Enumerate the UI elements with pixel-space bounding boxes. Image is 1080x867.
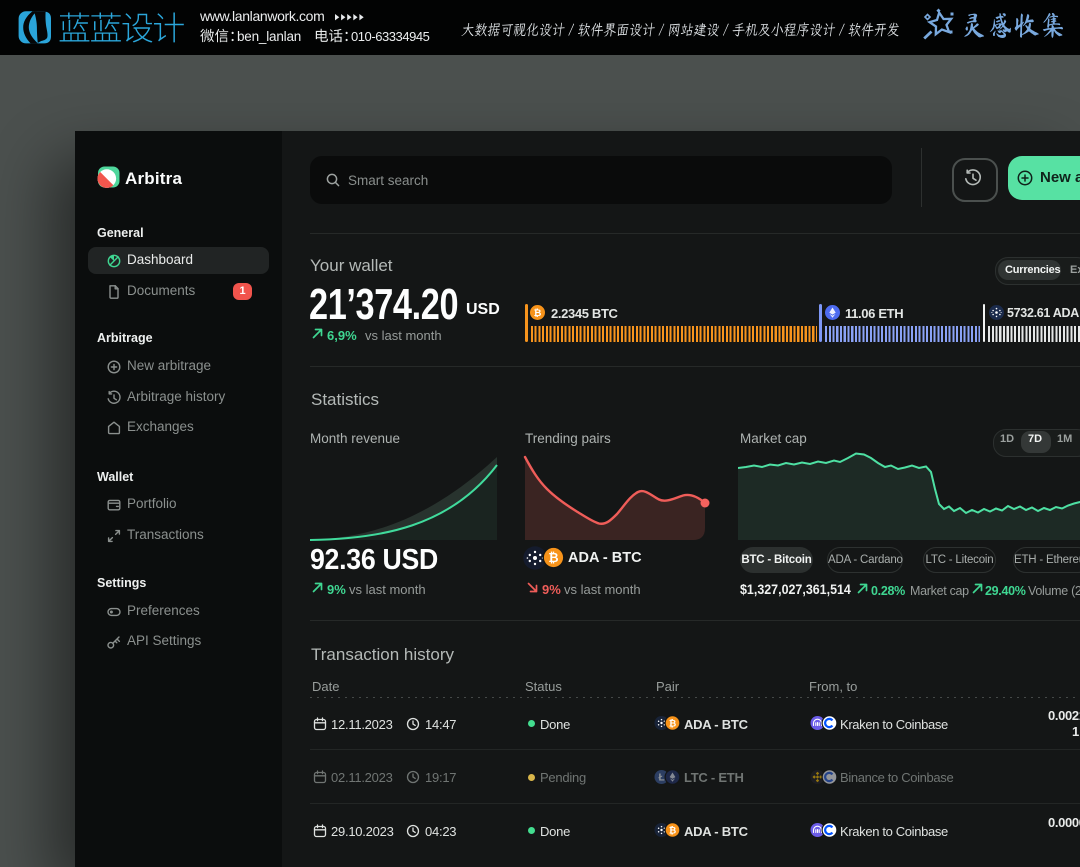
svg-text:₿: ₿ (548, 551, 558, 565)
svg-text:₿: ₿ (669, 825, 676, 835)
svg-text:₿: ₿ (534, 308, 542, 319)
svg-text:Ł: Ł (658, 773, 664, 784)
svg-text:₿: ₿ (669, 718, 676, 728)
